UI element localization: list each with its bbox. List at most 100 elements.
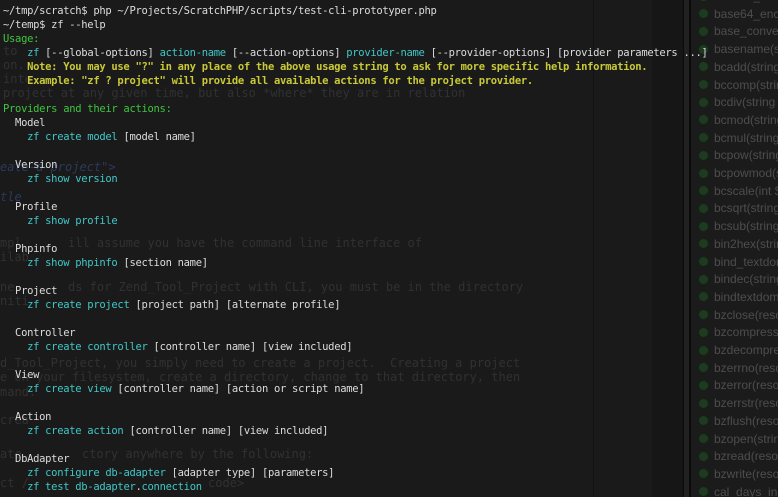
editor-code-line: on. <box>3 58 25 73</box>
function-bullet-icon <box>698 398 709 409</box>
function-list-item[interactable]: bind_textdom <box>691 253 778 271</box>
function-list-item[interactable]: bcadd(string <box>691 58 778 76</box>
function-bullet-icon <box>698 309 709 320</box>
function-bullet-icon <box>698 433 709 444</box>
function-bullet-icon <box>698 451 709 462</box>
function-list-item[interactable]: bzread(resou <box>691 447 778 465</box>
function-bullet-icon <box>698 168 709 179</box>
function-list-item[interactable]: bzclose(resou <box>691 306 778 324</box>
function-bullet-icon <box>698 486 709 497</box>
function-list-item[interactable]: bindtextdoma <box>691 288 778 306</box>
function-name-label: bindec(string <box>714 272 778 286</box>
function-name-label: bzwrite(resou <box>714 467 778 481</box>
function-name-label: bzdecompres <box>714 343 778 357</box>
function-name-label: bcmul(string <box>714 131 778 145</box>
function-list-item[interactable]: bcsub(string <box>691 217 778 235</box>
function-name-label: bcadd(string <box>714 60 778 74</box>
function-bullet-icon <box>698 274 709 285</box>
function-name-label: base64_enco <box>714 7 778 21</box>
function-name-label: bin2hex(strin <box>714 237 778 251</box>
function-list-item[interactable]: bzerrno(resou <box>691 359 778 377</box>
function-name-label: base64_dec <box>714 0 778 3</box>
function-name-label: bzerror(resou <box>714 378 778 392</box>
editor-code-line: ne <box>0 280 14 295</box>
function-name-label: bcscale(int $s <box>714 184 778 198</box>
function-name-label: bcsqrt(string <box>714 201 778 215</box>
function-name-label: bindtextdoma <box>714 290 778 304</box>
function-list-item[interactable]: bzcompress( <box>691 323 778 341</box>
function-bullet-icon <box>698 0 709 2</box>
function-bullet-icon <box>698 221 709 232</box>
function-list-item[interactable]: bindec(string <box>691 270 778 288</box>
function-name-label: bzopen(string <box>714 432 778 446</box>
function-bullet-icon <box>698 291 709 302</box>
editor-background: toon.inteproject at any given time, but … <box>0 0 778 497</box>
function-list-item[interactable]: base64_enco <box>691 5 778 23</box>
function-name-label: bzerrstr(resou <box>714 396 778 410</box>
editor-code-line: tle <box>0 190 22 205</box>
function-bullet-icon <box>698 256 709 267</box>
function-list-item[interactable]: basename(str <box>691 40 778 58</box>
function-list-item[interactable]: base_conver <box>691 22 778 40</box>
function-bullet-icon <box>698 97 709 108</box>
function-name-label: bcpow(string <box>714 148 778 162</box>
function-list-item[interactable]: bin2hex(strin <box>691 235 778 253</box>
editor-code-line: ill assume you have the command line int… <box>68 236 422 251</box>
function-bullet-icon <box>698 238 709 249</box>
editor-code-line: code> <box>208 476 244 491</box>
editor-code-line: mand: <box>0 385 36 400</box>
function-bullet-icon <box>698 468 709 479</box>
editor-code-line: mpl <box>0 236 22 251</box>
function-name-label: bzerrno(resou <box>714 361 778 375</box>
editor-code-line: e on your filesystem, create a directory… <box>0 370 520 385</box>
function-name-label: bzcompress( <box>714 325 778 339</box>
function-list-item[interactable]: bzerror(resou <box>691 376 778 394</box>
function-bullet-icon <box>698 185 709 196</box>
function-list-item[interactable]: bzflush(resou <box>691 412 778 430</box>
editor-code-line: project at any given time, but also *whe… <box>3 86 465 101</box>
editor-code-line: d_Tool_Project, you simply need to creat… <box>0 356 520 371</box>
function-list-item[interactable]: bcdiv(string <box>691 93 778 111</box>
function-list-item[interactable]: cal_days_in <box>691 483 778 497</box>
function-bullet-icon <box>698 79 709 90</box>
function-bullet-icon <box>698 380 709 391</box>
function-list-sidebar: base64_dec base64_enco base_conver basename… <box>691 0 778 497</box>
function-list-item[interactable]: bccomp(strin <box>691 76 778 94</box>
function-name-label: base_conver <box>714 24 778 38</box>
editor-code-line: crea <box>0 413 29 428</box>
editor-code-line: ds for Zend_Tool_Project with CLI, you m… <box>68 280 523 295</box>
function-list-item[interactable]: bzwrite(resou <box>691 465 778 483</box>
editor-code-line: ilab <box>0 250 29 265</box>
function-bullet-icon <box>698 203 709 214</box>
function-name-label: basename(str <box>714 42 778 56</box>
function-list-item[interactable]: bcmod(string <box>691 111 778 129</box>
function-bullet-icon <box>698 26 709 37</box>
editor-code-line: to <box>3 44 17 59</box>
function-bullet-icon <box>698 44 709 55</box>
function-list-item[interactable]: bcmul(string <box>691 129 778 147</box>
editor-scrollbar[interactable] <box>652 0 683 497</box>
screen: toon.inteproject at any given time, but … <box>0 0 778 497</box>
function-list-item[interactable]: bzopen(string <box>691 430 778 448</box>
function-name-label: bzread(resou <box>714 449 778 463</box>
function-list-item[interactable]: bcsqrt(string <box>691 199 778 217</box>
editor-code-line: niti <box>0 294 29 309</box>
function-name-label: bzclose(resou <box>714 308 778 322</box>
function-name-label: bccomp(strin <box>714 78 778 92</box>
function-bullet-icon <box>698 114 709 125</box>
function-list-item[interactable]: bzdecompres <box>691 341 778 359</box>
function-bullet-icon <box>698 362 709 373</box>
function-name-label: bind_textdom <box>714 255 778 269</box>
function-list-item[interactable]: bcscale(int $s <box>691 182 778 200</box>
function-list-item[interactable]: bcpow(string <box>691 146 778 164</box>
function-name-label: bcmod(string <box>714 113 778 127</box>
function-list-item[interactable]: bzerrstr(resou <box>691 394 778 412</box>
function-list-item[interactable]: bcpowmod(st <box>691 164 778 182</box>
function-name-label: bcsub(string <box>714 219 778 233</box>
function-bullet-icon <box>698 61 709 72</box>
function-name-label: cal_days_in <box>714 485 777 497</box>
function-bullet-icon <box>698 132 709 143</box>
editor-code-line: eate-a-project"> <box>0 160 116 175</box>
function-name-label: bcpowmod(st <box>714 166 778 180</box>
function-bullet-icon <box>698 345 709 356</box>
